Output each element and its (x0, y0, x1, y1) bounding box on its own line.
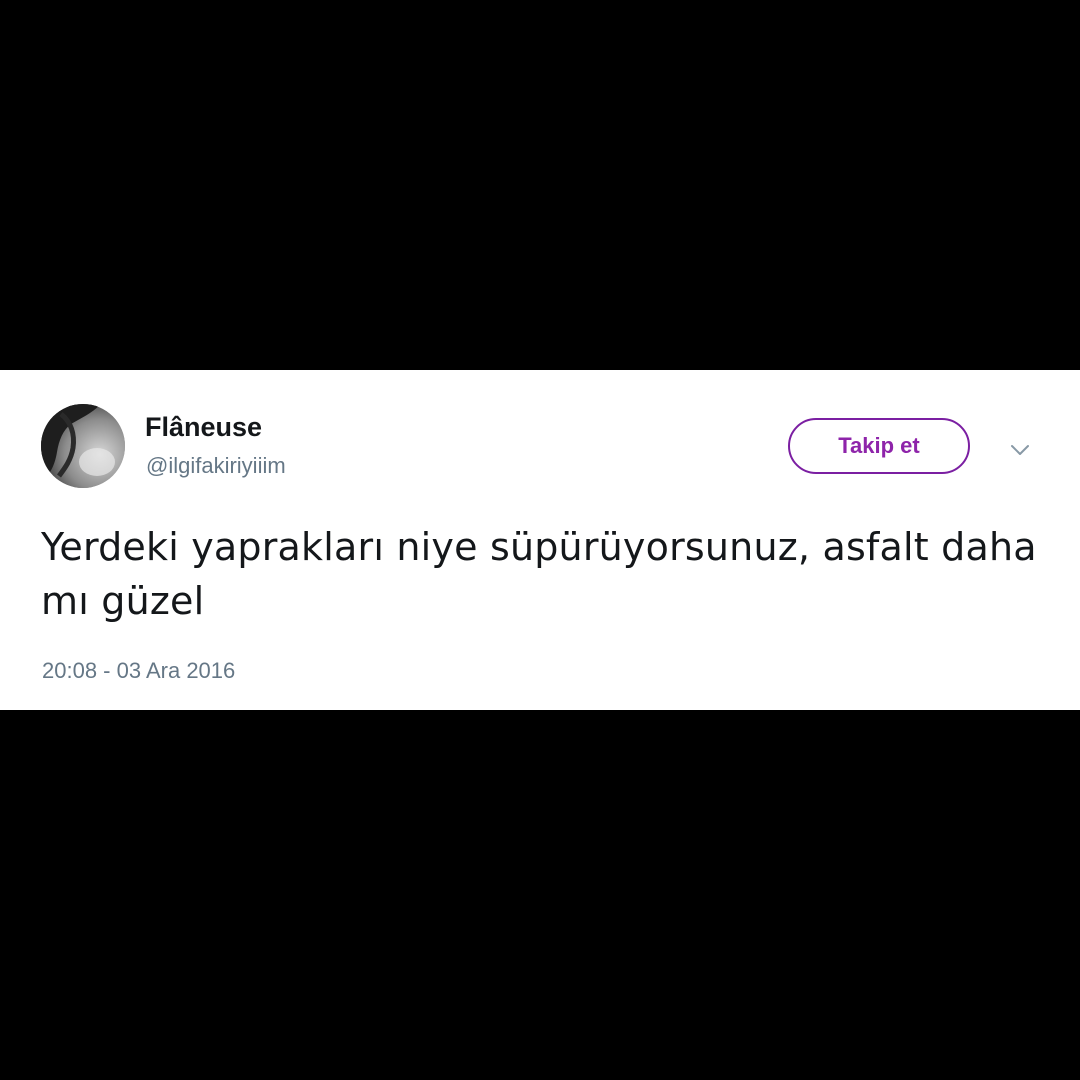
tweet-timestamp[interactable]: 20:08 - 03 Ara 2016 (42, 656, 235, 686)
profile-photo-icon (41, 404, 125, 488)
avatar[interactable] (41, 404, 125, 488)
screenshot-frame: Flâneuse @ilgifakiriyiiim Takip et Yerde… (0, 0, 1080, 1080)
chevron-down-icon[interactable] (1006, 436, 1034, 464)
display-name[interactable]: Flâneuse (145, 411, 262, 443)
tweet-text: Yerdeki yaprakları niye süpürüyorsunuz, … (41, 525, 1037, 623)
user-handle[interactable]: @ilgifakiriyiiim (146, 452, 286, 480)
follow-button[interactable]: Takip et (788, 418, 970, 474)
